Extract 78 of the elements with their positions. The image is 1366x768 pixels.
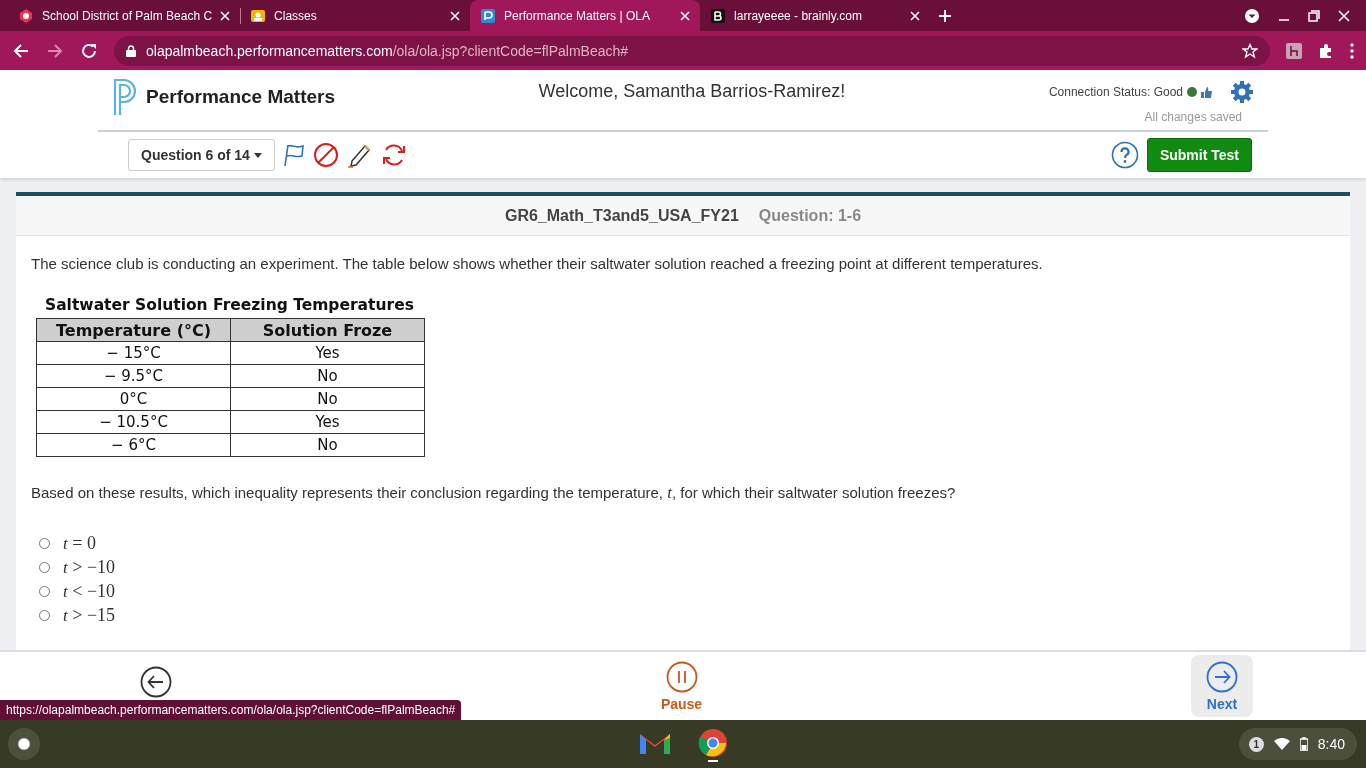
back-icon[interactable]: [12, 41, 30, 60]
reload-icon[interactable]: [80, 41, 98, 60]
help-icon[interactable]: [1110, 141, 1139, 169]
answer-choice[interactable]: t < −10: [63, 581, 116, 602]
launcher-button[interactable]: [8, 728, 40, 760]
question-number: Question: 1-6: [758, 206, 862, 225]
circle-icon: [17, 737, 31, 751]
table-cell: − 9.5°C: [36, 364, 231, 388]
close-icon[interactable]: [910, 10, 921, 21]
table-cell: − 6°C: [36, 433, 231, 457]
answer-choice[interactable]: t = 0: [63, 533, 96, 554]
browser-tab[interactable]: Performance Matters | OLA: [470, 0, 701, 31]
notification-count: 1: [1248, 736, 1264, 752]
welcome-text: Welcome, Samantha Barrios-Ramirez!: [537, 81, 847, 102]
table-cell: Yes: [230, 341, 425, 365]
column-header: Temperature (°C): [36, 318, 231, 342]
letter-logo-icon: [480, 7, 497, 24]
clock-time: 8:40: [1317, 736, 1345, 752]
radio-button[interactable]: [39, 562, 50, 573]
table-cell: 0°C: [36, 387, 231, 411]
previous-icon[interactable]: [140, 666, 172, 698]
answer-choice[interactable]: t > −10: [63, 557, 116, 578]
browser-tab[interactable]: Classes: [240, 0, 471, 31]
radio-button[interactable]: [39, 610, 50, 621]
table-cell: No: [230, 387, 425, 411]
link-status-url: https://olapalmbeach.performancematters.com/ola/ola.jsp?clientCode=flPalmBeach#: [0, 700, 462, 720]
close-icon[interactable]: [1338, 9, 1350, 22]
question-dropdown[interactable]: Question 6 of 14: [128, 139, 275, 171]
submit-test-button[interactable]: Submit Test: [1146, 138, 1252, 172]
caret-icon: [253, 152, 262, 158]
radio-button[interactable]: [39, 538, 50, 549]
app-logo-text: Performance Matters: [146, 86, 336, 108]
flag-icon[interactable]: [282, 143, 305, 167]
extension-tile-icon[interactable]: [1286, 42, 1302, 59]
table-title: Saltwater Solution Freezing Temperatures: [45, 296, 415, 314]
browser-tab[interactable]: School District of Palm Beach C: [8, 0, 241, 31]
question-text: Based on these results, which inequality represents their conclusion regarding the temperature, t, for which their saltwater solution freezes?: [31, 483, 957, 503]
table-cell: Yes: [230, 410, 425, 434]
address-bar[interactable]: olapalmbeach.performancematters.com/ola/ola.jsp?clientCode=flPalmBeach#: [114, 35, 1270, 66]
close-icon[interactable]: [450, 10, 461, 21]
wifi-icon: [1273, 738, 1290, 750]
table-cell: No: [230, 364, 425, 388]
puzzle-icon[interactable]: [1318, 42, 1334, 59]
pencil-icon[interactable]: [346, 142, 373, 168]
next-icon: [1206, 660, 1238, 693]
next-button[interactable]: Next: [1191, 655, 1253, 717]
status-tray[interactable]: 1 8:40: [1238, 728, 1357, 760]
battery-icon: [1299, 737, 1308, 751]
plus-icon[interactable]: [938, 9, 953, 23]
thumbs-up-icon: [1201, 86, 1212, 98]
table-cell: No: [230, 433, 425, 457]
save-status: All changes saved: [1144, 110, 1242, 124]
answer-choice[interactable]: t > −15: [63, 605, 116, 626]
star-icon[interactable]: [1242, 42, 1258, 59]
forward-icon[interactable]: [46, 41, 64, 60]
dropdown-icon[interactable]: [1244, 7, 1260, 24]
lock-icon: [126, 44, 136, 57]
restore-icon[interactable]: [1308, 9, 1320, 22]
browser-icon[interactable]: [696, 728, 730, 762]
letter-logo-icon: [710, 7, 727, 24]
prohibited-icon[interactable]: [312, 142, 339, 168]
radio-button[interactable]: [39, 586, 50, 597]
question-text: The science club is conducting an experiment. The table below shows whether their saltwater solution reached a freezing point at different temperatures.: [31, 255, 1044, 272]
status-dot-icon: [1187, 87, 1197, 97]
close-icon[interactable]: [680, 10, 691, 21]
more-icon[interactable]: [1350, 42, 1354, 59]
connection-status: Connection Status: Good: [1048, 85, 1183, 99]
pause-icon: [665, 660, 698, 693]
classroom-icon: [250, 7, 267, 24]
shield-icon: [18, 7, 34, 24]
refresh-icon[interactable]: [380, 142, 407, 168]
table-cell: − 15°C: [36, 341, 231, 365]
pause-button[interactable]: Pause: [652, 656, 711, 716]
browser-tab[interactable]: larrayeeee - brainly.com: [700, 0, 931, 31]
table-cell: − 10.5°C: [36, 410, 231, 434]
column-header: Solution Froze: [230, 318, 425, 342]
test-name: GR6_Math_T3and5_USA_FY21: [504, 206, 739, 225]
close-icon[interactable]: [220, 10, 231, 21]
